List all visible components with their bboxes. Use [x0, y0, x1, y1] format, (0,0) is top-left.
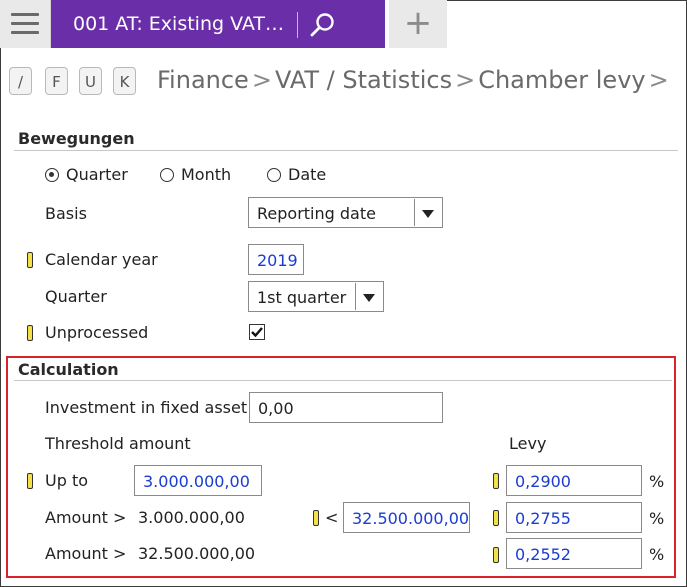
breadcrumb-finance[interactable]: Finance [157, 66, 249, 94]
breadcrumb-vat-statistics[interactable]: VAT / Statistics [275, 66, 452, 94]
radio-quarter-label: Quarter [66, 165, 128, 184]
section-title-calculation: Calculation [18, 360, 119, 379]
percent-unit: % [649, 545, 665, 564]
required-field-icon [313, 510, 319, 526]
required-field-icon [27, 473, 33, 489]
quarter-select[interactable]: 1st quarter [248, 281, 384, 312]
up-to-amount-input[interactable]: 3.000.000,00 [134, 465, 262, 496]
percent-unit: % [649, 472, 665, 491]
unprocessed-checkbox[interactable] [249, 324, 265, 340]
amount-over-from-value: 32.500.000,00 [138, 544, 256, 563]
calendar-year-value: 2019 [257, 251, 298, 270]
quarter-label: Quarter [45, 287, 107, 306]
calendar-year-label: Calendar year [45, 250, 158, 269]
hamburger-menu-icon[interactable] [0, 0, 51, 48]
tab-title: 001 AT: Existing VAT… [73, 13, 284, 35]
plus-icon: + [403, 3, 433, 43]
levy-value-1: 0,2900 [515, 472, 571, 491]
basis-select[interactable]: Reporting date [248, 197, 443, 228]
percent-unit: % [649, 509, 665, 528]
breadcrumb: Finance > VAT / Statistics > Chamber levy > [157, 66, 672, 94]
amount-over-label: Amount > [45, 544, 127, 563]
levy-input-1[interactable]: 0,2900 [506, 465, 642, 496]
hotkey-slash[interactable]: / [9, 67, 32, 95]
breadcrumb-chamber-levy[interactable]: Chamber levy [478, 66, 645, 94]
required-field-icon [493, 473, 499, 489]
required-field-icon [493, 547, 499, 563]
radio-date[interactable] [267, 168, 281, 182]
radio-month-label: Month [181, 165, 232, 184]
amount-over-label: Amount > [45, 508, 127, 527]
section-title-bewegungen: Bewegungen [18, 129, 135, 148]
investment-input[interactable]: 0,00 [249, 392, 443, 423]
up-to-label: Up to [45, 471, 89, 490]
radio-month[interactable] [160, 168, 174, 182]
levy-header: Levy [509, 434, 547, 453]
breadcrumb-separator: > [251, 66, 272, 94]
investment-label: Investment in fixed asset [45, 398, 248, 417]
required-field-icon [493, 510, 499, 526]
breadcrumb-separator: > [455, 66, 476, 94]
basis-select-value: Reporting date [257, 204, 376, 223]
required-field-icon [27, 252, 33, 268]
basis-label: Basis [45, 204, 87, 223]
calendar-year-input[interactable]: 2019 [248, 244, 304, 275]
quarter-select-value: 1st quarter [257, 288, 347, 307]
hotkey-k[interactable]: K [113, 67, 136, 95]
section-divider [14, 380, 672, 381]
amount-to-value: 32.500.000,00 [352, 509, 470, 528]
radio-quarter[interactable] [45, 168, 59, 182]
less-than-label: < [325, 508, 339, 527]
amount-to-input[interactable]: 32.500.000,00 [343, 502, 470, 533]
chevron-down-icon[interactable] [414, 199, 441, 226]
hotkey-u[interactable]: U [79, 67, 102, 95]
unprocessed-label: Unprocessed [45, 323, 149, 342]
tab-divider [297, 12, 298, 38]
chevron-down-icon[interactable] [355, 283, 382, 310]
threshold-amount-header: Threshold amount [45, 434, 191, 453]
levy-input-3[interactable]: 0,2552 [506, 538, 642, 569]
breadcrumb-separator: > [648, 66, 669, 94]
levy-input-2[interactable]: 0,2755 [506, 502, 642, 533]
required-field-icon [27, 325, 33, 341]
amount-over-from-value: 3.000.000,00 [138, 508, 245, 527]
checkmark-icon [251, 327, 263, 338]
radio-date-label: Date [288, 165, 327, 184]
investment-value: 0,00 [258, 399, 294, 418]
levy-value-3: 0,2552 [515, 545, 571, 564]
new-tab-button[interactable]: + [389, 0, 447, 48]
levy-value-2: 0,2755 [515, 509, 571, 528]
tab-active[interactable]: 001 AT: Existing VAT… [51, 0, 385, 48]
hotkey-f[interactable]: F [45, 67, 68, 95]
up-to-amount-value: 3.000.000,00 [143, 472, 250, 491]
search-icon[interactable] [309, 11, 337, 43]
section-divider [14, 150, 678, 151]
